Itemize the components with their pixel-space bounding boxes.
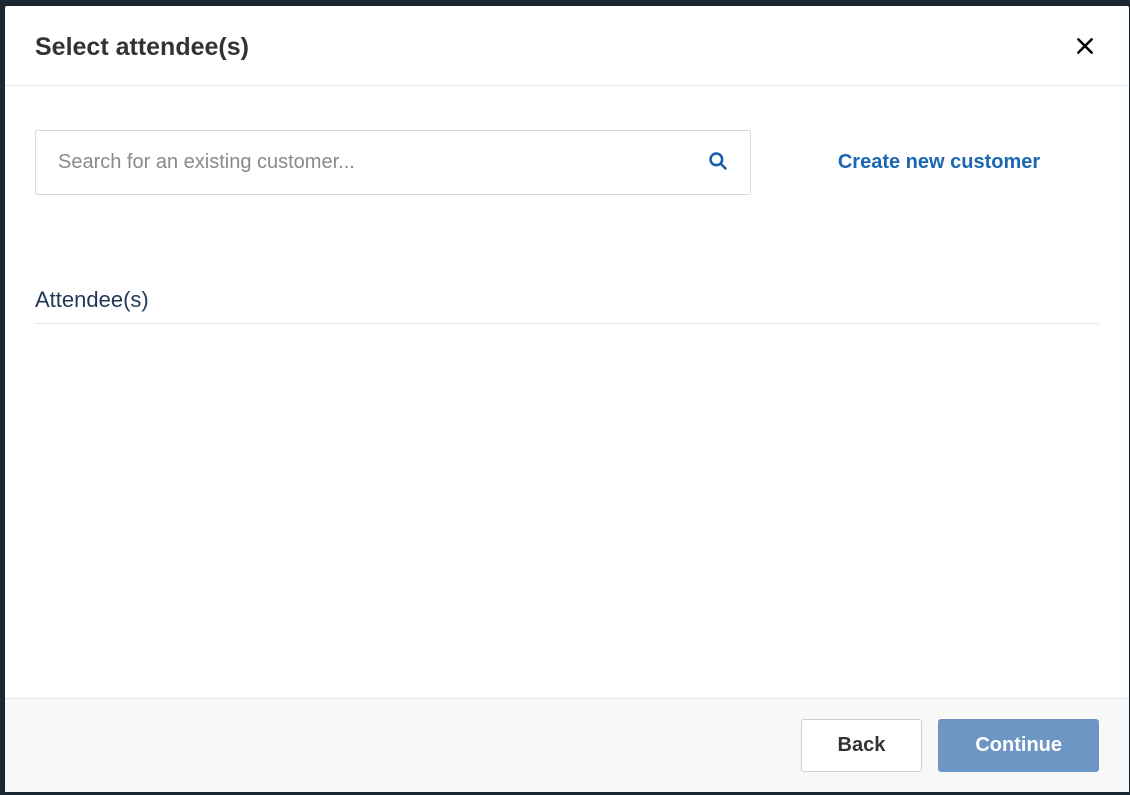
modal-footer: Back Continue (5, 698, 1129, 792)
customer-search-input[interactable] (36, 131, 686, 194)
create-new-customer-link[interactable]: Create new customer (779, 151, 1099, 174)
continue-button[interactable]: Continue (938, 719, 1099, 772)
attendees-section-title: Attendee(s) (35, 287, 1099, 324)
close-icon (1075, 36, 1095, 56)
search-icon (708, 151, 728, 171)
back-button[interactable]: Back (801, 719, 923, 772)
close-button[interactable] (1071, 32, 1099, 63)
select-attendees-modal: Select attendee(s) Create new customer A… (5, 6, 1129, 792)
modal-body: Create new customer Attendee(s) (5, 86, 1129, 698)
search-row: Create new customer (35, 130, 1099, 195)
modal-title: Select attendee(s) (35, 33, 249, 62)
search-box (35, 130, 751, 195)
modal-header: Select attendee(s) (5, 6, 1129, 86)
search-button[interactable] (686, 131, 750, 194)
